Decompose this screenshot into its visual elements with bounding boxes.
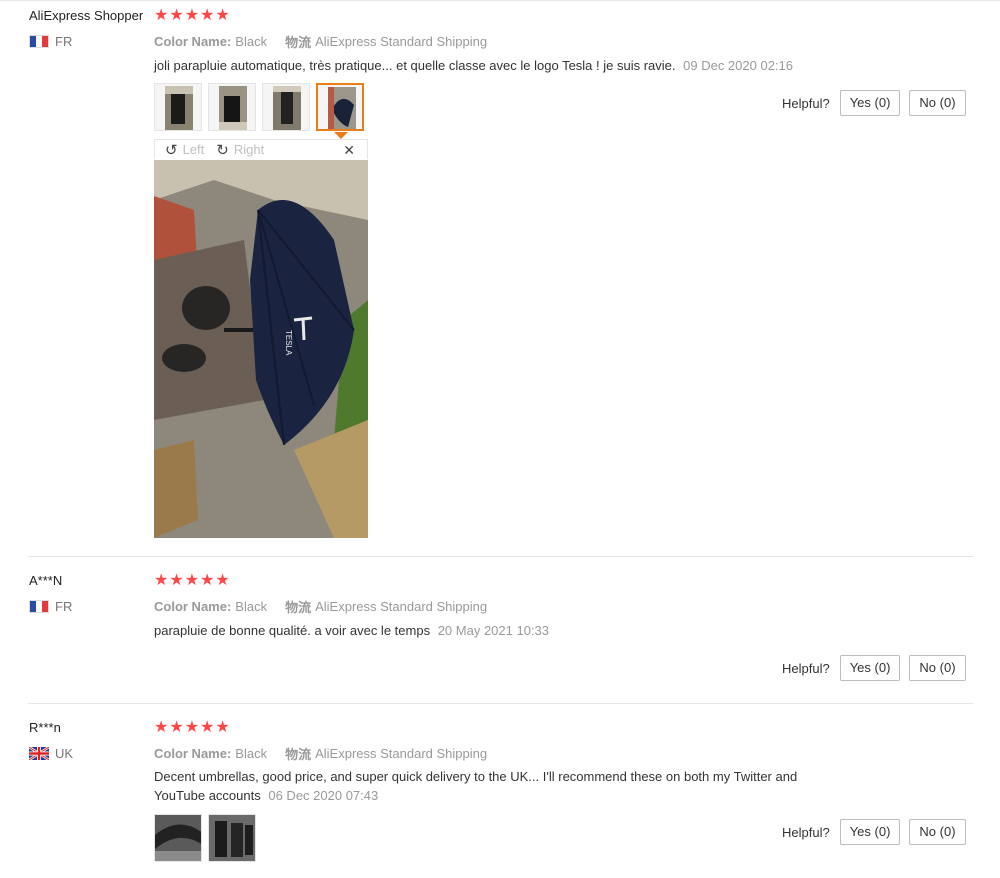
- uk-flag-icon: [29, 747, 49, 760]
- helpful-yes-button[interactable]: Yes (0): [839, 655, 901, 681]
- color-name-value: Black: [235, 34, 268, 49]
- review-photo-large: TESLA: [154, 160, 368, 538]
- helpful-yes-button[interactable]: Yes (0): [839, 90, 901, 116]
- rotate-left-button[interactable]: ↺ Left: [165, 141, 204, 159]
- review-text-block: joli parapluie automatique, très pratiqu…: [154, 56, 793, 75]
- photo-thumbnail[interactable]: [154, 814, 202, 862]
- reviewer-name: AliExpress Shopper: [29, 8, 144, 23]
- photo-thumbnail[interactable]: [208, 83, 256, 131]
- helpful-row: Helpful? Yes (0) No (0): [782, 819, 975, 845]
- review-item: AliExpress Shopper FR ★★★★★ Color Name: …: [0, 0, 1000, 556]
- color-name-key: Color Name:: [154, 599, 232, 614]
- photo-thumbnail[interactable]: [154, 83, 202, 131]
- color-name-value: Black: [235, 746, 268, 761]
- photo-thumbnail-active[interactable]: [316, 83, 364, 131]
- shipping-key: 物流: [285, 747, 312, 762]
- color-name-key: Color Name:: [154, 34, 232, 49]
- review-date: 09 Dec 2020 02:16: [683, 58, 793, 73]
- helpful-row: Helpful? Yes (0) No (0): [782, 90, 975, 116]
- rotate-right-button[interactable]: ↻ Right: [216, 141, 264, 159]
- review-text-line: YouTube accounts: [154, 788, 261, 803]
- review-meta: Color Name: Black 物流 AliExpress Standard…: [154, 32, 487, 51]
- color-name-key: Color Name:: [154, 746, 232, 761]
- photo-viewer-toolbar: ↺ Left ↻ Right ✕: [154, 139, 368, 159]
- helpful-label: Helpful?: [782, 95, 830, 111]
- shipping-key: 物流: [285, 600, 312, 615]
- shipping-key: 物流: [285, 35, 312, 50]
- review-text-line: Decent umbrellas, good price, and super …: [154, 769, 798, 784]
- helpful-no-button[interactable]: No (0): [909, 819, 966, 845]
- country-code: UK: [55, 746, 74, 761]
- star-rating: ★★★★★: [154, 7, 231, 24]
- shipping-value: AliExpress Standard Shipping: [315, 34, 488, 49]
- photo-thumbnails: [154, 814, 256, 862]
- reviewer-country: UK: [29, 746, 73, 761]
- helpful-no-button[interactable]: No (0): [909, 655, 966, 681]
- helpful-label: Helpful?: [782, 660, 830, 676]
- review-text: joli parapluie automatique, très pratiqu…: [154, 58, 676, 73]
- france-flag-icon: [29, 600, 49, 613]
- color-name-value: Black: [235, 599, 268, 614]
- helpful-label: Helpful?: [782, 824, 830, 840]
- rotate-left-label: Left: [182, 142, 205, 157]
- rotate-right-label: Right: [233, 142, 265, 157]
- review-text-block: parapluie de bonne qualité. a voir avec …: [154, 621, 549, 640]
- review-text: parapluie de bonne qualité. a voir avec …: [154, 623, 431, 638]
- review-date: 20 May 2021 10:33: [437, 623, 550, 638]
- review-item: A***N FR ★★★★★ Color Name: Black 物流 AliE…: [0, 557, 1000, 703]
- review-text-block: Decent umbrellas, good price, and super …: [154, 767, 797, 805]
- photo-thumbnail[interactable]: [208, 814, 256, 862]
- shipping-value: AliExpress Standard Shipping: [315, 599, 488, 614]
- star-rating: ★★★★★: [154, 572, 231, 589]
- review-meta: Color Name: Black 物流 AliExpress Standard…: [154, 744, 487, 763]
- rotate-right-icon: ↻: [216, 141, 229, 159]
- rotate-left-icon: ↺: [165, 141, 178, 159]
- reviewer-country: FR: [29, 599, 72, 614]
- review-meta: Color Name: Black 物流 AliExpress Standard…: [154, 597, 487, 616]
- shipping-value: AliExpress Standard Shipping: [315, 746, 488, 761]
- reviewer-name: A***N: [29, 573, 63, 588]
- photo-logo-text: TESLA: [284, 330, 293, 356]
- france-flag-icon: [29, 35, 49, 48]
- photo-thumbnail[interactable]: [262, 83, 310, 131]
- reviewer-country: FR: [29, 34, 72, 49]
- photo-thumbnails: [154, 83, 364, 131]
- close-icon[interactable]: ✕: [343, 140, 355, 160]
- review-date: 06 Dec 2020 07:43: [268, 788, 379, 803]
- review-item: R***n UK ★★★★★ Color Name: Black 物流 AliE…: [0, 704, 1000, 878]
- star-rating: ★★★★★: [154, 719, 231, 736]
- active-thumb-pointer: [334, 132, 348, 139]
- reviewer-name: R***n: [29, 720, 61, 735]
- country-code: FR: [55, 34, 73, 49]
- country-code: FR: [55, 599, 73, 614]
- helpful-yes-button[interactable]: Yes (0): [839, 819, 901, 845]
- helpful-row: Helpful? Yes (0) No (0): [782, 655, 975, 681]
- helpful-no-button[interactable]: No (0): [909, 90, 966, 116]
